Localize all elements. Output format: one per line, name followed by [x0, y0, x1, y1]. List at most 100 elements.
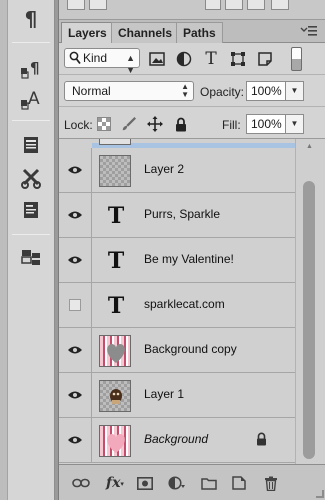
- lock-image-pixels-brush-icon[interactable]: [121, 116, 137, 132]
- filter-toggle-switch[interactable]: [291, 47, 302, 71]
- scroll-up-arrow-icon[interactable]: ▲: [306, 143, 313, 150]
- layers-panel: Layers Channels Paths Kind ▲ ▼ T Normal …: [58, 0, 325, 500]
- layer-list-scrollbar[interactable]: ▲: [295, 139, 325, 464]
- panel-resize-grip[interactable]: [316, 490, 324, 498]
- panel-tab-bar: Layers Channels Paths: [59, 20, 325, 44]
- layer-visibility-toggle[interactable]: [59, 283, 92, 327]
- layer-name[interactable]: Background: [144, 432, 208, 446]
- blend-mode-value: Normal: [72, 84, 111, 98]
- eye-icon: [68, 391, 82, 399]
- panel-menu-icon[interactable]: [300, 25, 318, 37]
- lock-all-icon[interactable]: [173, 116, 189, 132]
- layer-row[interactable]: Layer 2: [59, 148, 295, 193]
- opacity-label: Opacity:: [200, 85, 245, 99]
- heart-thumbnail-icon: [107, 434, 125, 453]
- eye-icon: [68, 166, 82, 174]
- layer-comps-icon[interactable]: [17, 245, 45, 271]
- scrollbar-thumb[interactable]: [303, 181, 315, 459]
- text-layer-icon: T: [107, 293, 125, 319]
- dock-edge: [0, 0, 8, 500]
- collapsed-panel-strip: [59, 0, 325, 20]
- layer-name[interactable]: Background copy: [144, 342, 237, 356]
- opacity-dropdown-button[interactable]: ▼: [286, 81, 304, 101]
- layer-row[interactable]: T Be my Valentine!: [59, 238, 295, 283]
- link-layers-icon[interactable]: [69, 473, 93, 493]
- eye-icon: [68, 211, 82, 219]
- layer-row[interactable]: Layer 1: [59, 373, 295, 418]
- layer-thumbnail: [99, 139, 131, 145]
- text-layer-icon: T: [107, 203, 125, 229]
- search-icon: [69, 51, 81, 70]
- properties-icon[interactable]: [17, 197, 45, 223]
- layer-name[interactable]: Layer 1: [144, 387, 184, 401]
- new-layer-icon[interactable]: [227, 473, 251, 493]
- swatch-thumb[interactable]: [271, 0, 289, 10]
- layer-visibility-toggle[interactable]: [59, 373, 92, 417]
- lock-position-move-icon[interactable]: [147, 116, 163, 132]
- notes-icon[interactable]: [17, 132, 45, 158]
- type-filter-glyph: T: [205, 49, 217, 69]
- filter-kind-select[interactable]: Kind ▲ ▼: [64, 48, 140, 75]
- layer-visibility-toggle[interactable]: [59, 418, 92, 462]
- lock-transparent-pixels-icon[interactable]: [96, 116, 112, 132]
- swatch-thumb[interactable]: [247, 0, 265, 10]
- fill-label: Fill:: [222, 118, 241, 132]
- tab-layers[interactable]: Layers: [61, 22, 114, 44]
- layer-visibility-toggle[interactable]: [59, 238, 92, 282]
- new-adjustment-layer-icon[interactable]: [165, 473, 189, 493]
- lock-label: Lock:: [64, 118, 93, 132]
- hidden-visibility-box: [69, 299, 81, 311]
- layer-row[interactable]: Background copy: [59, 328, 295, 373]
- fill-dropdown-button[interactable]: ▼: [286, 114, 304, 134]
- paragraph-styles-icon[interactable]: ¶: [17, 56, 45, 82]
- eye-icon: [68, 346, 82, 354]
- layer-style-fx-button[interactable]: fx ▾: [103, 473, 127, 493]
- trash-icon[interactable]: [259, 473, 283, 493]
- add-layer-mask-icon[interactable]: [133, 473, 157, 493]
- layer-name[interactable]: Purrs, Sparkle: [144, 207, 220, 221]
- tool-divider: [12, 120, 50, 121]
- heart-thumbnail-icon: [107, 344, 125, 363]
- layer-visibility-toggle[interactable]: [59, 328, 92, 372]
- layer-thumbnail: [99, 155, 131, 187]
- smart-object-filter-icon[interactable]: [256, 50, 274, 68]
- layer-thumbnail: [99, 425, 131, 457]
- eye-icon: [68, 436, 82, 444]
- swatch-thumb[interactable]: [67, 0, 85, 10]
- new-group-folder-icon[interactable]: [197, 473, 221, 493]
- swatch-thumb[interactable]: [89, 0, 107, 10]
- layers-footer-bar: fx ▾: [59, 464, 325, 500]
- svg-text:¶: ¶: [30, 59, 40, 77]
- layer-row[interactable]: T sparklecat.com: [59, 283, 295, 328]
- layer-row[interactable]: Background: [59, 418, 295, 463]
- paragraph-icon[interactable]: ¶: [17, 6, 45, 32]
- lock-fill-row: Lock: Fill: 100% ▼: [59, 106, 325, 139]
- filter-kind-label: Kind: [83, 51, 108, 65]
- pixel-filter-icon[interactable]: [148, 50, 166, 68]
- tab-channels[interactable]: Channels: [111, 22, 180, 43]
- tab-paths[interactable]: Paths: [176, 22, 223, 43]
- layer-name[interactable]: Be my Valentine!: [144, 252, 234, 266]
- blend-mode-select[interactable]: Normal ▲ ▼: [64, 81, 194, 101]
- type-filter-icon[interactable]: T: [202, 49, 220, 69]
- shape-filter-icon[interactable]: [229, 50, 247, 68]
- layer-name[interactable]: sparklecat.com: [144, 297, 225, 311]
- layer-visibility-toggle[interactable]: [59, 193, 92, 237]
- swatch-thumb[interactable]: [205, 0, 221, 10]
- layer-row[interactable]: T Purrs, Sparkle: [59, 193, 295, 238]
- layer-filter-row: Kind ▲ ▼ T: [59, 43, 325, 75]
- character-styles-icon[interactable]: A: [17, 86, 45, 112]
- lock-icon: [256, 432, 267, 449]
- fx-label: fx: [106, 475, 121, 491]
- fill-field[interactable]: 100%: [246, 114, 286, 134]
- adjustment-filter-icon[interactable]: [175, 50, 193, 68]
- text-layer-icon: T: [107, 248, 125, 274]
- layer-name[interactable]: Layer 2: [144, 162, 184, 176]
- opacity-field[interactable]: 100%: [246, 81, 286, 101]
- swatch-thumb[interactable]: [225, 0, 243, 10]
- dropdown-arrow-icon: ▾: [120, 478, 124, 488]
- layer-visibility-toggle[interactable]: [59, 148, 92, 192]
- tool-presets-icon[interactable]: [17, 165, 45, 191]
- layer-list: Layer 2 T Purrs, Sparkle T Be my Valenti…: [59, 139, 295, 464]
- tool-divider: [12, 42, 50, 43]
